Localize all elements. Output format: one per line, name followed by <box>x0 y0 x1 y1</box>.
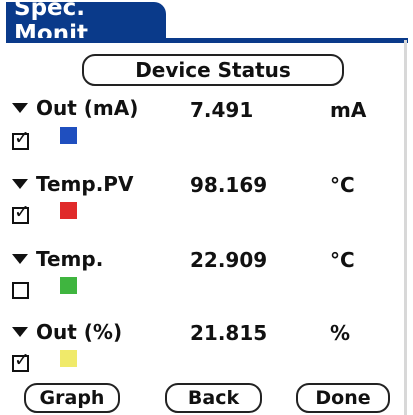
variable-unit: °C <box>330 248 355 272</box>
series-color-swatch <box>60 127 77 144</box>
plot-checkbox-3[interactable]: ✓ <box>12 349 30 372</box>
app-title: Spec. Monit <box>6 0 166 47</box>
variable-selector-1[interactable]: Temp.PV <box>12 172 133 196</box>
plot-checkbox-0[interactable]: ✓ <box>12 127 30 150</box>
check-mark-icon: ✓ <box>14 349 30 371</box>
variable-unit: °C <box>330 173 355 197</box>
triangle-down-icon <box>12 103 28 113</box>
check-mark-icon: ✓ <box>14 127 30 149</box>
triangle-down-icon <box>12 179 28 189</box>
plot-checkbox-2[interactable] <box>12 282 29 299</box>
variable-value: 21.815 <box>190 321 268 345</box>
triangle-down-icon <box>12 254 28 264</box>
variable-value: 22.909 <box>190 248 268 272</box>
title-bar-rule <box>6 38 408 43</box>
variable-label: Out (%) <box>36 320 123 344</box>
variable-label: Temp. <box>36 247 104 271</box>
series-color-swatch <box>60 277 77 294</box>
variable-value: 98.169 <box>190 173 268 197</box>
device-status-button[interactable]: Device Status <box>82 54 344 86</box>
back-button[interactable]: Back <box>165 383 262 413</box>
screen-edge <box>404 40 407 415</box>
graph-button[interactable]: Graph <box>24 383 120 413</box>
variable-selector-2[interactable]: Temp. <box>12 247 103 271</box>
variable-unit: mA <box>330 98 367 122</box>
variable-label: Temp.PV <box>36 172 134 196</box>
triangle-down-icon <box>12 327 28 337</box>
done-button[interactable]: Done <box>296 383 390 413</box>
variable-selector-0[interactable]: Out (mA) <box>12 96 138 120</box>
series-color-swatch <box>60 350 77 367</box>
check-mark-icon: ✓ <box>14 201 30 223</box>
variable-selector-3[interactable]: Out (%) <box>12 320 122 344</box>
plot-checkbox-1[interactable]: ✓ <box>12 201 30 224</box>
variable-unit: % <box>330 321 351 345</box>
variable-value: 7.491 <box>190 98 254 122</box>
spec-monitor-screen: Spec. Monit Device Status Out (mA) 7.491… <box>0 0 413 415</box>
series-color-swatch <box>60 202 77 219</box>
variable-label: Out (mA) <box>36 96 139 120</box>
